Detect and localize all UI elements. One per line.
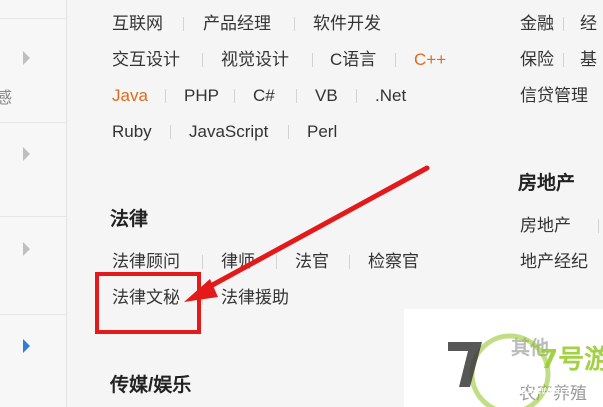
link-javascript[interactable]: JavaScript	[189, 122, 268, 142]
divider	[288, 125, 289, 139]
link-software-dev[interactable]: 软件开发	[313, 14, 381, 34]
link-ruby[interactable]: Ruby	[112, 122, 152, 142]
watermark-seven-icon	[448, 342, 482, 387]
divider	[202, 53, 203, 67]
link-credit-management[interactable]: 信贷管理	[520, 86, 588, 106]
watermark-url: 7HAOYOUXIWANG	[478, 386, 568, 397]
divider	[294, 17, 295, 31]
chevron-right-icon	[23, 242, 30, 256]
site-watermark: 7号游戏网 7HAOYOUXIWANG	[448, 333, 603, 407]
divider	[276, 255, 277, 269]
chevron-right-icon	[23, 51, 30, 65]
link-real-estate[interactable]: 房地产	[520, 216, 571, 236]
heading-real-estate: 房地产	[518, 173, 576, 194]
link-visual-design[interactable]: 视觉设计	[221, 50, 289, 70]
link-insurance[interactable]: 保险	[520, 50, 554, 70]
divider	[202, 255, 203, 269]
sidebar-partial-label: 感	[0, 90, 13, 107]
link-interaction-design[interactable]: 交互设计	[112, 50, 180, 70]
link-c-language[interactable]: C语言	[330, 50, 376, 70]
link-legal-adviser[interactable]: 法律顾问	[112, 252, 180, 272]
divider	[563, 53, 564, 67]
sidebar-row[interactable]	[0, 216, 66, 315]
watermark-site-name: 7号游戏网	[540, 345, 603, 375]
chevron-right-icon	[23, 147, 30, 161]
link-partial-right[interactable]: 基	[580, 50, 597, 70]
divider	[296, 89, 297, 103]
divider	[234, 89, 235, 103]
sidebar: 感	[0, 0, 67, 407]
divider	[563, 17, 564, 31]
divider	[202, 291, 203, 305]
sidebar-row[interactable]: 感	[0, 18, 66, 123]
link-php[interactable]: PHP	[184, 86, 219, 106]
link-java[interactable]: Java	[112, 86, 148, 106]
link-internet[interactable]: 互联网	[112, 14, 163, 34]
link-product-manager[interactable]: 产品经理	[203, 14, 271, 34]
link-csharp[interactable]: C#	[253, 86, 275, 106]
highlight-box	[95, 272, 201, 334]
divider	[183, 17, 184, 31]
heading-law: 法律	[110, 209, 149, 230]
link-legal-aid[interactable]: 法律援助	[221, 288, 289, 308]
link-prosecutor[interactable]: 检察官	[368, 252, 419, 272]
divider	[312, 53, 313, 67]
divider	[349, 255, 350, 269]
divider	[395, 53, 396, 67]
link-cpp[interactable]: C++	[414, 50, 446, 70]
sidebar-row[interactable]	[0, 0, 66, 19]
link-lawyer[interactable]: 律师	[221, 252, 255, 272]
heading-media-entertainment: 传媒/娱乐	[110, 375, 192, 396]
link-dotnet[interactable]: .Net	[375, 86, 406, 106]
divider	[598, 219, 599, 233]
divider	[356, 89, 357, 103]
divider	[170, 125, 171, 139]
sidebar-row[interactable]	[0, 122, 66, 217]
link-partial-right[interactable]: 经	[580, 14, 597, 34]
link-finance[interactable]: 金融	[520, 14, 554, 34]
link-estate-agent[interactable]: 地产经纪	[520, 252, 588, 272]
chevron-right-icon	[23, 339, 30, 353]
link-vb[interactable]: VB	[315, 86, 338, 106]
sidebar-row-active[interactable]	[0, 314, 66, 407]
link-judge[interactable]: 法官	[295, 252, 329, 272]
divider	[165, 89, 166, 103]
link-perl[interactable]: Perl	[307, 122, 337, 142]
